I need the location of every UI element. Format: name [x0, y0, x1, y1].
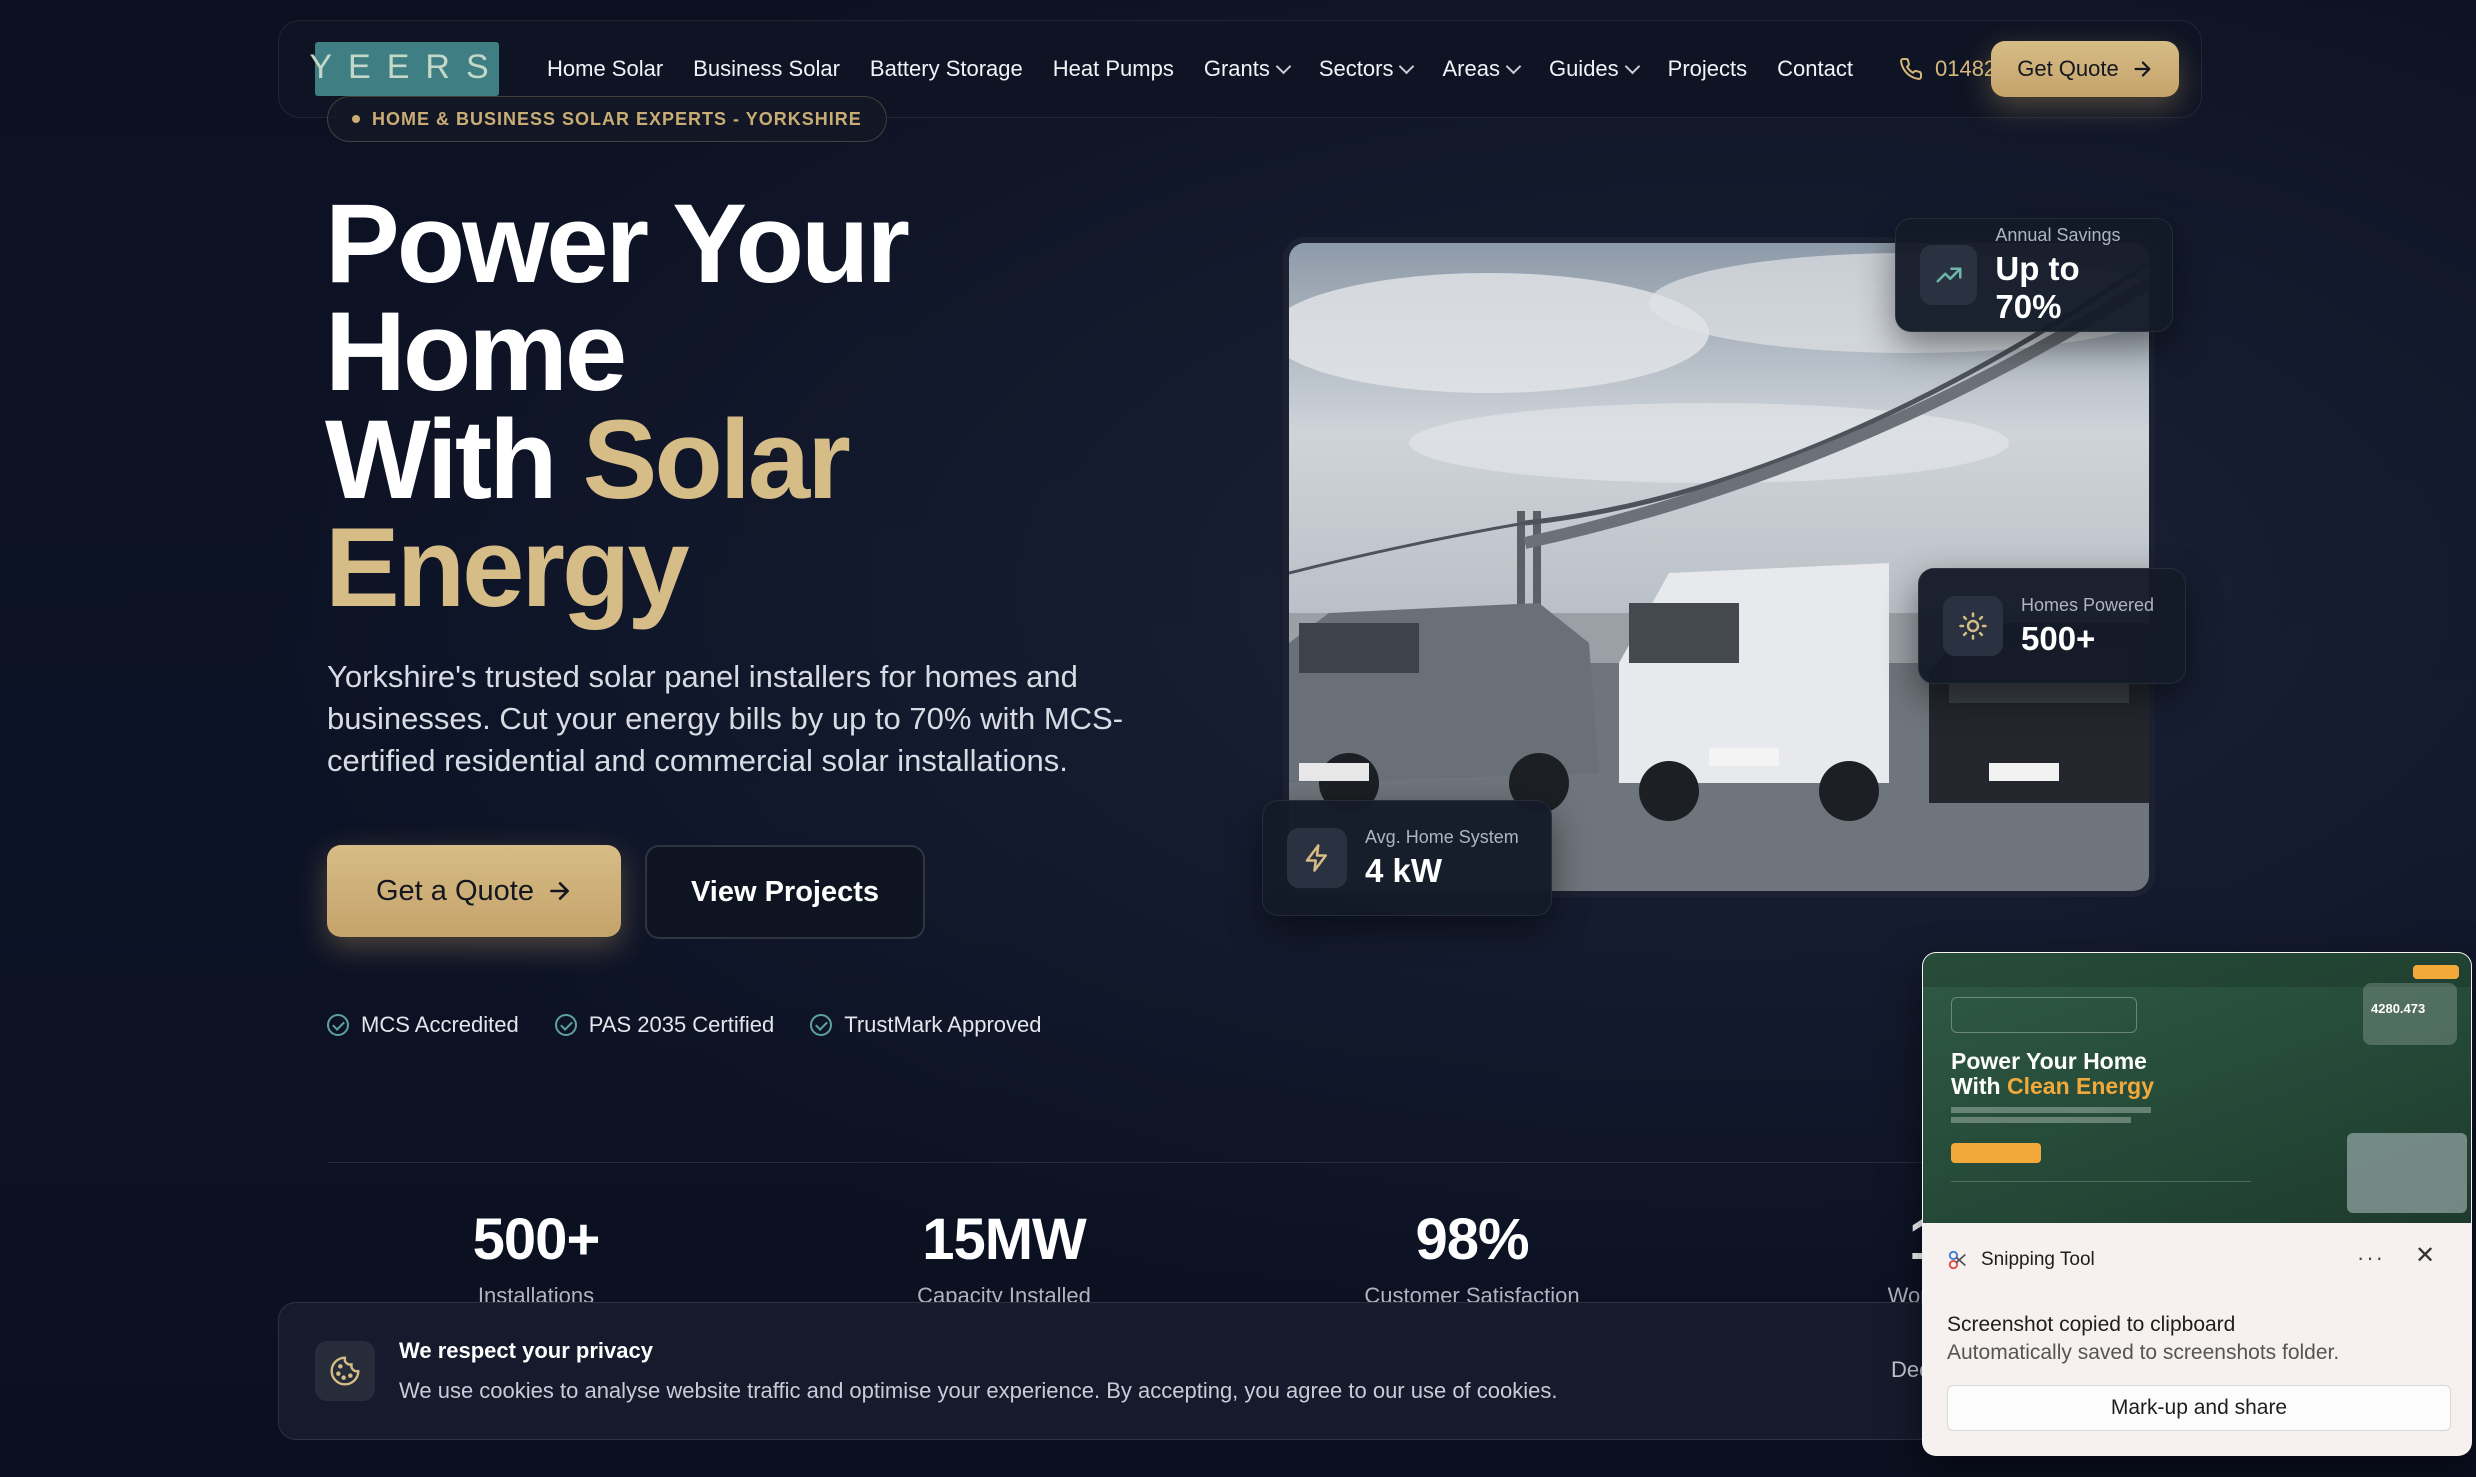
cookie-title: We respect your privacy — [399, 1338, 653, 1363]
stat-capacity: 15MW Capacity Installed — [917, 1207, 1091, 1308]
nav-business-solar[interactable]: Business Solar — [693, 56, 840, 82]
chevron-down-icon — [1399, 58, 1415, 74]
hero-photo-vans-bridge — [1289, 243, 2149, 891]
homes-powered-label: Homes Powered — [2021, 594, 2155, 615]
thumb-badges — [1951, 1181, 2251, 1203]
annual-savings-card: Annual Savings Up to 70% — [1895, 218, 2173, 332]
nav-heat-pumps[interactable]: Heat Pumps — [1053, 56, 1174, 82]
nav-battery-storage[interactable]: Battery Storage — [870, 56, 1023, 82]
thumb-cta — [1951, 1143, 2041, 1163]
get-a-quote-button[interactable]: Get a Quote — [327, 845, 621, 937]
nav-grants[interactable]: Grants — [1204, 56, 1292, 82]
chevron-down-icon — [1624, 58, 1640, 74]
snipping-tool-notification[interactable]: 4280.473 Power Your Home With Clean Ener… — [1922, 952, 2472, 1456]
thumb-quote-button — [2413, 965, 2459, 979]
thumb-navbar — [1923, 953, 2471, 987]
lightning-icon — [1287, 828, 1347, 888]
hero-badge: HOME & BUSINESS SOLAR EXPERTS - YORKSHIR… — [327, 96, 887, 142]
thumb-headline: Power Your Home With Clean Energy — [1951, 1048, 2154, 1099]
badge-dot — [352, 115, 360, 123]
logo-text: YEERS — [309, 47, 505, 86]
snipping-tool-icon — [1948, 1250, 1966, 1270]
thumb-status-card — [1951, 997, 2137, 1033]
check-circle-icon — [327, 1014, 349, 1036]
stat-satisfaction: 98% Customer Satisfaction — [1364, 1207, 1580, 1308]
nav-home-solar[interactable]: Home Solar — [547, 56, 663, 82]
stats-divider — [327, 1162, 2157, 1163]
nav-projects[interactable]: Projects — [1668, 56, 1747, 82]
phone-icon — [1900, 57, 1922, 80]
cookie-text: We use cookies to analyse website traffi… — [399, 1378, 1558, 1403]
annual-savings-label: Annual Savings — [1995, 224, 2121, 245]
thumb-image — [2347, 1133, 2467, 1213]
toast-message: Screenshot copied to clipboard — [1947, 1313, 2236, 1336]
hero-headline: Power Your Home With Solar Energy — [325, 181, 910, 630]
stat-installations: 500+ Installations — [472, 1207, 601, 1308]
cert-trustmark: TrustMark Approved — [810, 1012, 1041, 1038]
more-options-icon[interactable]: ··· — [2357, 1245, 2385, 1271]
check-circle-icon — [554, 1014, 577, 1036]
nav-guides[interactable]: Guides — [1549, 56, 1640, 82]
thumb-text-line — [1951, 1107, 2151, 1113]
site-logo[interactable]: YEERS — [309, 42, 499, 96]
nav-get-quote-button[interactable]: Get Quote — [1991, 41, 2179, 97]
annual-savings-value: Up to 70% — [1995, 249, 2080, 325]
view-projects-button[interactable]: View Projects — [645, 845, 925, 939]
avg-home-system-card: Avg. Home System 4 kW — [1262, 800, 1552, 916]
arrow-right-icon — [550, 882, 569, 900]
avg-home-system-value: 4 kW — [1365, 851, 1443, 889]
toast-submessage: Automatically saved to screenshots folde… — [1947, 1341, 2340, 1364]
certifications-list: MCS Accredited PAS 2035 Certified TrustM… — [327, 1012, 1041, 1038]
homes-powered-value: 500+ — [2021, 619, 2096, 657]
arrow-right-icon — [2134, 61, 2151, 77]
cookie-banner: We respect your privacy We use cookies t… — [278, 1302, 2202, 1440]
thumb-text-line — [1951, 1117, 2131, 1123]
hero-description: Yorkshire's trusted solar panel installe… — [327, 659, 1124, 778]
thumb-stat-card: 4280.473 — [2363, 983, 2457, 1045]
toast-app-header: Snipping Tool — [1947, 1249, 2095, 1271]
nav-contact[interactable]: Contact — [1777, 56, 1853, 82]
close-icon[interactable]: ✕ — [2415, 1241, 2435, 1270]
nav-sectors[interactable]: Sectors — [1319, 56, 1415, 82]
cookie-icon — [315, 1341, 375, 1401]
check-circle-icon — [810, 1014, 833, 1036]
toast-app-name: Snipping Tool — [1981, 1249, 2095, 1270]
chevron-down-icon — [1275, 58, 1292, 74]
nav-areas[interactable]: Areas — [1442, 56, 1522, 82]
markup-and-share-button[interactable]: Mark-up and share — [1947, 1385, 2451, 1431]
cert-mcs: MCS Accredited — [327, 1012, 519, 1038]
chevron-down-icon — [1505, 58, 1522, 74]
hero-photo-frame — [1283, 237, 2155, 897]
logo-tagline — [406, 85, 409, 91]
cert-pas2035: PAS 2035 Certified — [554, 1012, 774, 1038]
screenshot-thumbnail[interactable]: 4280.473 Power Your Home With Clean Ener… — [1923, 953, 2471, 1223]
homes-powered-card: Homes Powered 500+ — [1918, 568, 2186, 684]
nav-links: Home Solar Business Solar Battery Storag… — [547, 56, 2076, 82]
photo-illustration — [1289, 243, 2149, 891]
toast-body: Snipping Tool ··· ✕ Screenshot copied to… — [1923, 1223, 2471, 1455]
trending-up-icon — [1920, 245, 1978, 305]
sun-icon — [1943, 596, 2003, 656]
avg-home-system-label: Avg. Home System — [1365, 826, 1519, 847]
